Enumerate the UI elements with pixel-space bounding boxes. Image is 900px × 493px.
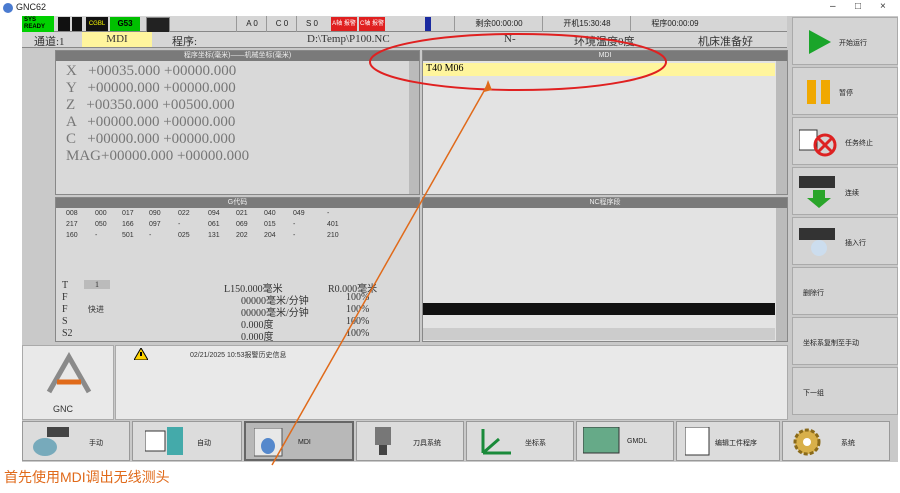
annotation-caption: 首先使用MDI调出无线测头 xyxy=(4,469,170,485)
annotation-ellipse xyxy=(369,33,667,91)
annotation-arrow-line xyxy=(271,83,489,466)
annotation-arrow-head xyxy=(484,80,492,92)
annotation-overlay xyxy=(271,33,667,466)
